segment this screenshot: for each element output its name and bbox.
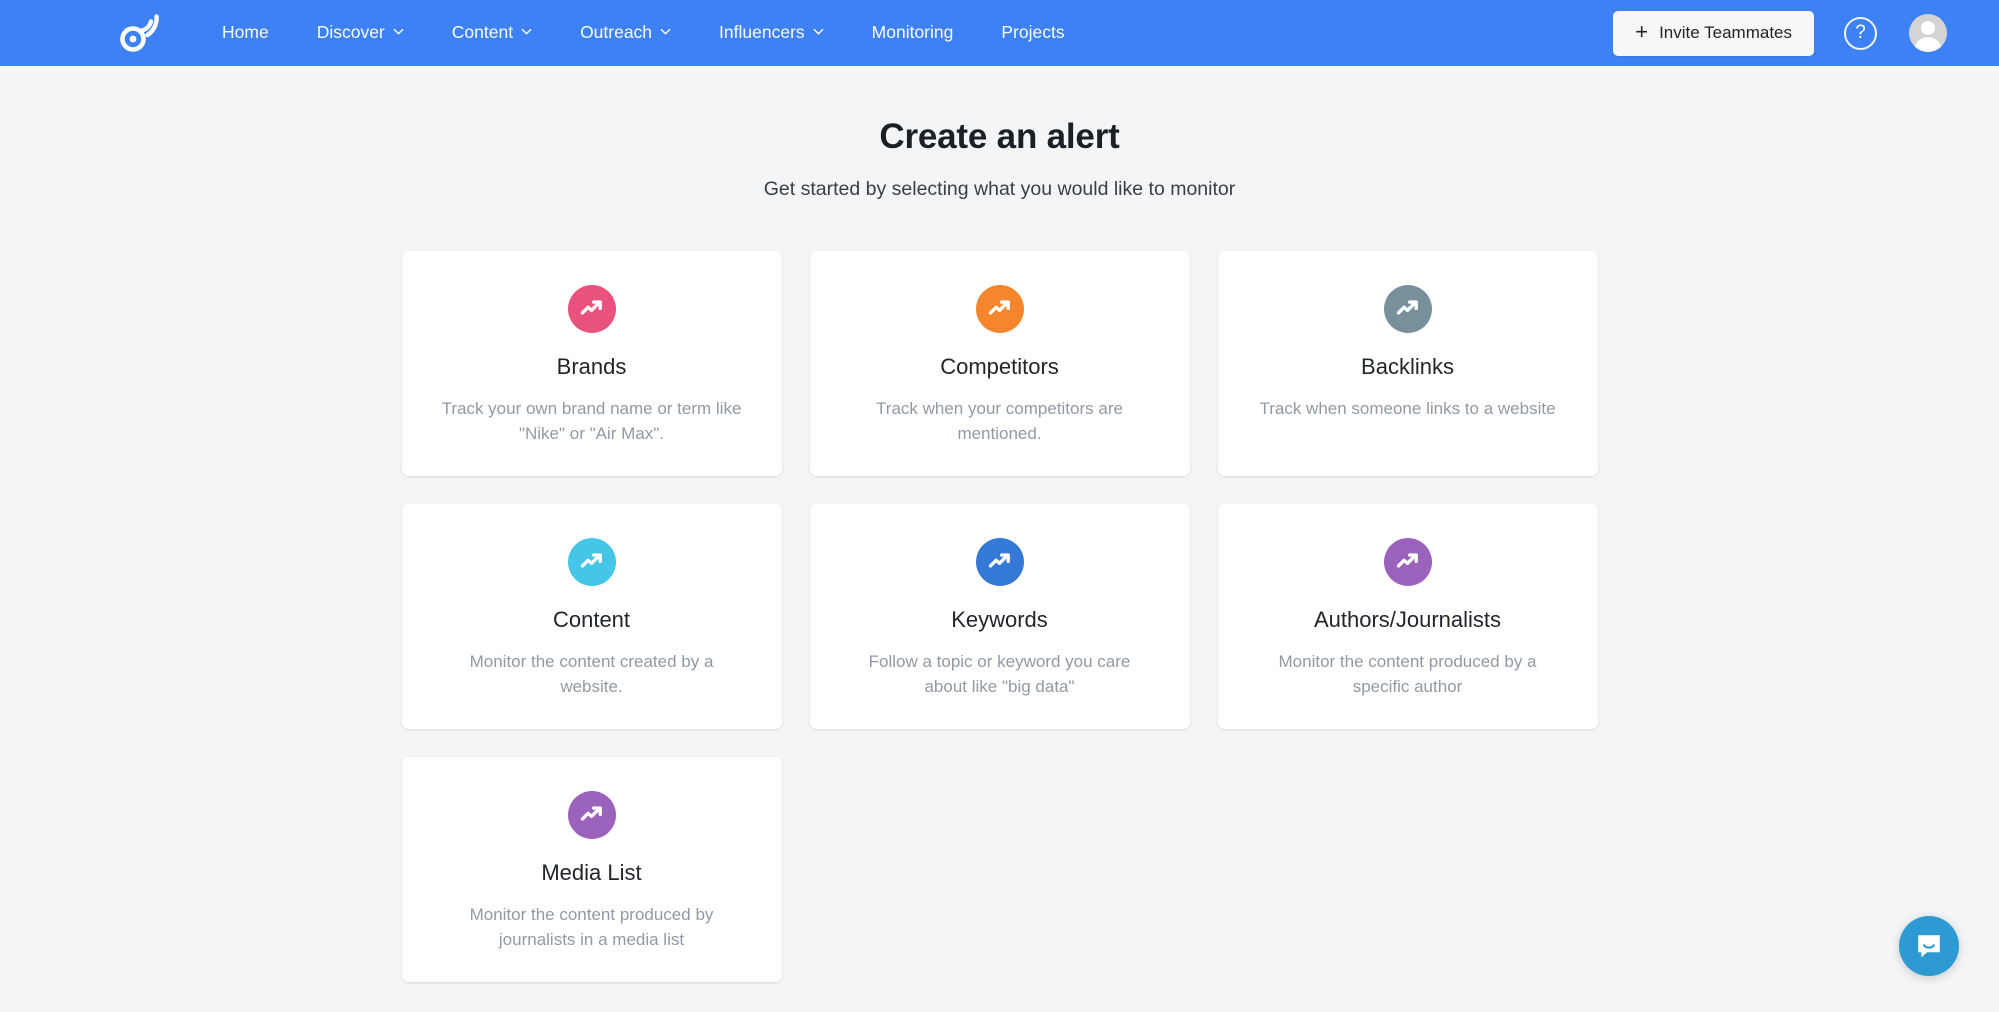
help-icon[interactable]: ? bbox=[1844, 16, 1877, 50]
alert-card-description: Monitor the content created by a website… bbox=[469, 652, 714, 696]
alert-card-title: Authors/Journalists bbox=[1313, 607, 1502, 632]
alert-card-description: Monitor the content produced by journali… bbox=[469, 905, 714, 949]
alert-card-competitors[interactable]: Competitors Track when your competitors … bbox=[809, 251, 1190, 476]
alert-card-description: Track when someone links to a website bbox=[1259, 399, 1556, 419]
page-subtitle: Get started by selecting what you would … bbox=[763, 178, 1236, 200]
nav-item-outreach-label: Outreach bbox=[580, 22, 653, 43]
navbar-actions: + Invite Teammates ? bbox=[1613, 10, 1947, 56]
alert-card-title: Backlinks bbox=[1361, 354, 1454, 379]
chevron-down-icon bbox=[660, 26, 671, 37]
nav-item-home-label: Home bbox=[222, 22, 269, 43]
nav-item-discover[interactable]: Discover bbox=[293, 16, 428, 50]
plus-icon: + bbox=[1635, 19, 1649, 44]
nav-item-monitoring-label: Monitoring bbox=[871, 22, 954, 43]
page-title: Create an alert bbox=[879, 117, 1120, 156]
alert-type-grid: Brands Track your own brand name or term… bbox=[401, 251, 1598, 982]
nav-item-monitoring[interactable]: Monitoring bbox=[848, 16, 978, 50]
alert-card-description: Track when your competitors are mentione… bbox=[876, 399, 1123, 443]
nav-item-discover-label: Discover bbox=[316, 22, 385, 43]
alert-card-title: Media List bbox=[541, 860, 642, 885]
buzzsumo-logo[interactable] bbox=[118, 12, 160, 54]
alert-card-keywords[interactable]: Keywords Follow a topic or keyword you c… bbox=[809, 504, 1190, 729]
intercom-launcher-button[interactable] bbox=[1899, 916, 1959, 976]
primary-nav: Home Discover Content Outreach Influence… bbox=[198, 16, 1089, 50]
nav-item-content-label: Content bbox=[451, 22, 514, 43]
trending-up-icon bbox=[975, 538, 1024, 586]
nav-item-outreach[interactable]: Outreach bbox=[556, 16, 695, 50]
nav-item-content[interactable]: Content bbox=[428, 16, 556, 50]
trending-up-icon bbox=[975, 285, 1024, 333]
trending-up-icon bbox=[567, 538, 616, 586]
alert-card-title: Keywords bbox=[951, 607, 1048, 632]
chevron-down-icon bbox=[393, 26, 404, 37]
alert-card-description: Monitor the content produced by a specif… bbox=[1278, 652, 1537, 696]
chevron-down-icon bbox=[521, 26, 532, 37]
help-icon-glyph: ? bbox=[1855, 22, 1866, 43]
alert-card-backlinks[interactable]: Backlinks Track when someone links to a … bbox=[1217, 251, 1598, 476]
chevron-down-icon bbox=[813, 26, 824, 37]
avatar[interactable] bbox=[1909, 14, 1947, 52]
nav-item-influencers-label: Influencers bbox=[719, 22, 805, 43]
alert-card-brands[interactable]: Brands Track your own brand name or term… bbox=[401, 251, 782, 476]
alert-card-media-list[interactable]: Media List Monitor the content produced … bbox=[401, 757, 782, 982]
avatar-head bbox=[1921, 21, 1935, 35]
alert-card-authors-journalists[interactable]: Authors/Journalists Monitor the content … bbox=[1217, 504, 1598, 729]
alert-card-title: Brands bbox=[556, 354, 627, 379]
alert-card-description: Follow a topic or keyword you care about… bbox=[868, 652, 1131, 696]
avatar-body bbox=[1914, 37, 1942, 52]
invite-teammates-button[interactable]: + Invite Teammates bbox=[1613, 10, 1814, 56]
trending-up-icon bbox=[567, 285, 616, 333]
nav-item-projects-label: Projects bbox=[1001, 22, 1065, 43]
page-body: Create an alert Get started by selecting… bbox=[0, 66, 1999, 1012]
nav-item-home[interactable]: Home bbox=[198, 16, 293, 50]
top-navbar: Home Discover Content Outreach Influence… bbox=[0, 0, 1999, 66]
alert-card-description: Track your own brand name or term like "… bbox=[441, 399, 742, 443]
trending-up-icon bbox=[1383, 538, 1432, 586]
intercom-chat-icon bbox=[1914, 931, 1944, 961]
invite-teammates-label: Invite Teammates bbox=[1659, 23, 1792, 42]
alert-card-title: Content bbox=[552, 607, 631, 632]
trending-up-icon bbox=[1383, 285, 1432, 333]
trending-up-icon bbox=[567, 791, 616, 839]
nav-item-projects[interactable]: Projects bbox=[977, 16, 1088, 50]
alert-card-content[interactable]: Content Monitor the content created by a… bbox=[401, 504, 782, 729]
nav-item-influencers[interactable]: Influencers bbox=[695, 16, 848, 50]
alert-card-title: Competitors bbox=[940, 354, 1059, 379]
